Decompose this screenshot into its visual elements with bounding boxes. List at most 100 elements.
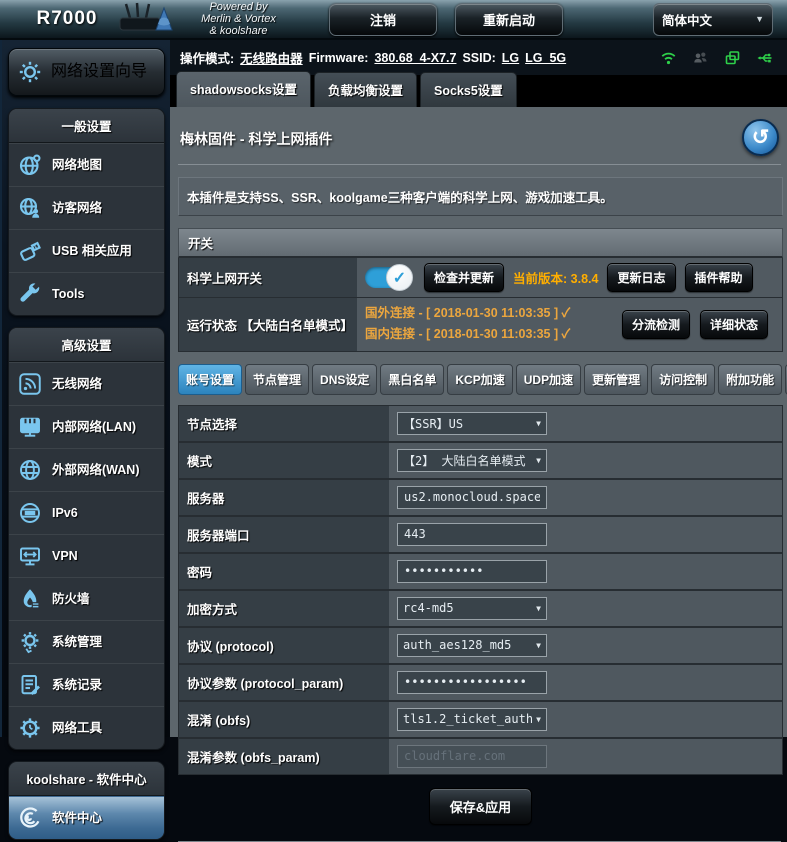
sidebar-item-label: 外部网络(WAN) [52, 463, 140, 477]
sidebar-group-koolshare: koolshare - 软件中心 软件中心 [8, 761, 165, 840]
chevron-down-icon: ▼ [536, 419, 541, 428]
sidebar-item-vpn[interactable]: VPN [9, 534, 164, 577]
subtab-extras[interactable]: 附加功能 [718, 364, 782, 395]
field-label: 节点选择 [179, 406, 389, 441]
sidebar-group-header: 一般设置 [9, 109, 164, 143]
globe-pin-icon [18, 153, 42, 177]
system-log-icon [18, 673, 42, 697]
domestic-connection-status: 国内连接 - [ 2018-01-30 11:03:35 ] ✓ [365, 324, 570, 345]
sidebar-item-ipv6[interactable]: IPv6 [9, 491, 164, 534]
form-row-mode: 模式 【2】 大陆白名单模式 ▼ [179, 443, 782, 480]
foreign-connection-status: 国外连接 - [ 2018-01-30 11:03:35 ] ✓ [365, 303, 570, 324]
form-row-port: 服务器端口 [179, 517, 782, 554]
guest-network-icon [18, 196, 42, 220]
form-row-server: 服务器 [179, 480, 782, 517]
chevron-down-icon: ▼ [536, 456, 541, 465]
back-button[interactable]: ↺ [742, 119, 779, 156]
field-label: 加密方式 [179, 591, 389, 626]
save-apply-button[interactable]: 保存&应用 [429, 788, 532, 825]
page-title: 梅林固件 - 科学上网插件 [180, 119, 332, 149]
mode-select[interactable]: 【2】 大陆白名单模式 ▼ [397, 449, 547, 472]
tab-socks5[interactable]: Socks5设置 [420, 72, 517, 107]
encrypt-method-select[interactable]: rc4-md5 ▼ [397, 597, 547, 620]
firmware-link[interactable]: 380.68_4-X7.7 [374, 51, 456, 65]
sidebar-item-lan[interactable]: 内部网络(LAN) [9, 405, 164, 448]
clients-icon[interactable] [691, 49, 710, 67]
status-bar: 操作模式: 无线路由器 Firmware: 380.68_4-X7.7 SSID… [170, 40, 787, 75]
ssid-link-2g[interactable]: LG [502, 51, 519, 65]
op-mode-label: 操作模式: [180, 48, 234, 67]
clone-icon[interactable] [723, 49, 742, 67]
sidebar-item-label: 网络工具 [52, 721, 102, 735]
version-label: 当前版本: [513, 272, 567, 286]
obfs-param-input [397, 745, 547, 768]
subtab-dns[interactable]: DNS设定 [312, 364, 377, 395]
wireless-icon [18, 372, 42, 396]
sidebar-item-system-log[interactable]: 系统记录 [9, 663, 164, 706]
subtab-account[interactable]: 账号设置 [178, 364, 242, 395]
sidebar-item-guest-network[interactable]: 访客网络 [9, 186, 164, 229]
sub-tab-bar: 账号设置 节点管理 DNS设定 黑白名单 KCP加速 UDP加速 更新管理 访问… [178, 364, 783, 395]
check-update-button[interactable]: 检查并更新 [424, 263, 504, 292]
route-detect-button[interactable]: 分流检测 [622, 310, 690, 339]
chevron-down-icon: ▼ [755, 14, 764, 24]
wizard-gear-icon [18, 60, 42, 84]
vpn-monitor-icon [18, 544, 42, 568]
language-value: 简体中文 [662, 10, 712, 29]
chevron-down-icon: ▼ [536, 604, 541, 613]
sidebar-item-administration[interactable]: 系统管理 [9, 620, 164, 663]
sidebar-item-wan[interactable]: 外部网络(WAN) [9, 448, 164, 491]
sidebar-item-label: 网络地图 [52, 158, 102, 172]
field-label: 密码 [179, 554, 389, 589]
obfs-select[interactable]: tls1.2_ticket_auth ▼ [397, 708, 547, 731]
version-value: 3.8.4 [571, 272, 599, 286]
tab-shadowsocks[interactable]: shadowsocks设置 [176, 71, 311, 107]
subtab-udp[interactable]: UDP加速 [516, 364, 581, 395]
form-row-obfs: 混淆 (obfs) tls1.2_ticket_auth ▼ [179, 702, 782, 739]
sidebar-item-setup-wizard[interactable]: 网络设置向导 [8, 48, 165, 96]
sidebar-group-header: 高级设置 [9, 328, 164, 362]
toggle-check-icon: ✓ [386, 264, 413, 291]
form-row-encrypt: 加密方式 rc4-md5 ▼ [179, 591, 782, 628]
field-label: 服务器 [179, 480, 389, 515]
sidebar-item-tools[interactable]: Tools [9, 272, 164, 315]
sidebar-item-firewall[interactable]: 防火墙 [9, 577, 164, 620]
sidebar-item-label: 无线网络 [52, 377, 102, 391]
usb-icon[interactable] [755, 49, 775, 67]
language-dropdown[interactable]: 简体中文 ▼ [653, 3, 773, 36]
subtab-nodes[interactable]: 节点管理 [245, 364, 309, 395]
subtab-access[interactable]: 访问控制 [651, 364, 715, 395]
sidebar-item-usb-apps[interactable]: USB 相关应用 [9, 229, 164, 272]
update-log-button[interactable]: 更新日志 [607, 263, 675, 292]
tab-load-balance[interactable]: 负载均衡设置 [314, 72, 417, 107]
sidebar-item-network-tools[interactable]: 网络工具 [9, 706, 164, 749]
protocol-param-input[interactable] [397, 671, 547, 694]
password-input[interactable] [397, 560, 547, 583]
plugin-help-button[interactable]: 插件帮助 [685, 263, 753, 292]
admin-gear-icon [18, 630, 42, 654]
field-label: 协议 (protocol) [179, 628, 389, 663]
reboot-button[interactable]: 重新启动 [455, 3, 563, 36]
sidebar-group-general: 一般设置 网络地图 访客网络 [8, 108, 165, 316]
account-settings-form: 节点选择 【SSR】US ▼ 模式 【2】 大陆白名单模式 ▼ 服务器 [178, 405, 783, 775]
sidebar-item-network-map[interactable]: 网络地图 [9, 143, 164, 186]
subtab-whitelist[interactable]: 黑白名单 [380, 364, 444, 395]
sidebar-item-label: 内部网络(LAN) [52, 420, 136, 434]
wifi-icon[interactable] [659, 49, 678, 67]
subtab-kcp[interactable]: KCP加速 [447, 364, 512, 395]
subtab-update[interactable]: 更新管理 [584, 364, 648, 395]
protocol-select[interactable]: auth_aes128_md5 ▼ [397, 634, 547, 657]
ssid-link-5g[interactable]: LG_5G [525, 51, 566, 65]
sidebar: 网络设置向导 一般设置 网络地图 访客网络 [0, 40, 170, 737]
op-mode-link[interactable]: 无线路由器 [240, 48, 303, 67]
server-input[interactable] [397, 486, 547, 509]
chevron-down-icon: ▼ [536, 715, 541, 724]
logout-button[interactable]: 注销 [329, 3, 437, 36]
router-logo-icon [112, 2, 176, 36]
power-toggle[interactable]: ✓ [365, 267, 411, 288]
sidebar-item-software-center[interactable]: 软件中心 [9, 796, 164, 839]
server-port-input[interactable] [397, 523, 547, 546]
detail-status-button[interactable]: 详细状态 [700, 310, 768, 339]
sidebar-item-wireless[interactable]: 无线网络 [9, 362, 164, 405]
node-select[interactable]: 【SSR】US ▼ [397, 412, 547, 435]
